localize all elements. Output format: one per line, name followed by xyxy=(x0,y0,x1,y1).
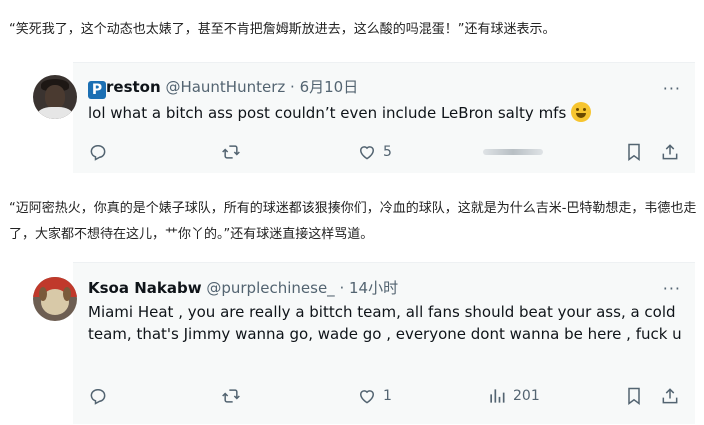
embedded-tweet-2[interactable]: Ksoa Nakabw @purplechinese_ · 14小时 ··· M… xyxy=(33,262,695,424)
retweet-button[interactable] xyxy=(221,140,241,164)
display-name[interactable]: Ksoa Nakabw xyxy=(88,279,202,297)
like-button[interactable]: 5 xyxy=(357,140,392,164)
article-paragraph-1: “笑死我了，这个动态也太婊了，甚至不肯把詹姆斯放进去，这么酸的吗混蛋！”还有球迷… xyxy=(9,22,556,37)
like-count: 1 xyxy=(383,388,392,404)
heart-icon xyxy=(359,146,375,160)
heart-icon xyxy=(359,390,375,404)
tweet-text-content: lol what a bitch ass post couldn’t even … xyxy=(88,104,567,122)
retweet-button[interactable] xyxy=(221,384,241,408)
views-button[interactable]: 201 xyxy=(487,384,540,408)
tweet-text: lol what a bitch ass post couldn’t even … xyxy=(88,102,678,124)
bookmark-icon xyxy=(628,387,640,405)
name-badge: P xyxy=(88,81,106,99)
reply-icon xyxy=(90,389,106,405)
timestamp[interactable]: 6月10日 xyxy=(300,78,359,96)
tweet-actions: 5 xyxy=(73,140,695,164)
separator: · xyxy=(285,78,300,96)
share-icon xyxy=(662,388,678,404)
user-handle[interactable]: @purplechinese_ xyxy=(206,279,334,297)
retweet-icon xyxy=(222,145,240,159)
reply-button[interactable] xyxy=(88,384,108,408)
share-icon xyxy=(662,144,678,160)
bookmark-button[interactable] xyxy=(624,384,644,408)
like-button[interactable]: 1 xyxy=(357,384,392,408)
tweet-header: Preston @HauntHunterz · 6月10日 xyxy=(88,76,358,99)
article-paragraph-2: “迈阿密热火，你真的是个婊子球队，所有的球迷都该狠揍你们，冷血的球队，这就是为什… xyxy=(9,201,697,242)
views-bar-chart-icon xyxy=(490,389,505,403)
grinning-squinting-face-icon xyxy=(571,102,592,122)
bookmark-icon xyxy=(628,143,640,161)
user-handle[interactable]: @HauntHunterz xyxy=(165,78,285,96)
embedded-tweet-1[interactable]: Preston @HauntHunterz · 6月10日 ··· lol wh… xyxy=(33,62,695,173)
like-count: 5 xyxy=(383,144,392,160)
view-count-blurred xyxy=(483,149,543,155)
more-options-icon[interactable]: ··· xyxy=(663,279,681,298)
separator: · xyxy=(334,279,349,297)
tweet-header: Ksoa Nakabw @purplechinese_ · 14小时 xyxy=(88,277,398,298)
tweet-actions: 1 201 xyxy=(73,384,695,408)
bookmark-button[interactable] xyxy=(624,140,644,164)
avatar[interactable] xyxy=(33,277,77,321)
share-button[interactable] xyxy=(660,384,680,408)
timestamp[interactable]: 14小时 xyxy=(349,279,398,297)
display-name[interactable]: reston xyxy=(106,78,161,96)
more-options-icon[interactable]: ··· xyxy=(663,79,681,98)
tweet-text: Miami Heat , you are really a bittch tea… xyxy=(88,303,682,343)
avatar[interactable] xyxy=(33,75,77,119)
retweet-icon xyxy=(222,389,240,403)
share-button[interactable] xyxy=(660,140,680,164)
reply-icon xyxy=(90,145,106,161)
reply-button[interactable] xyxy=(88,140,108,164)
view-count: 201 xyxy=(513,388,540,404)
